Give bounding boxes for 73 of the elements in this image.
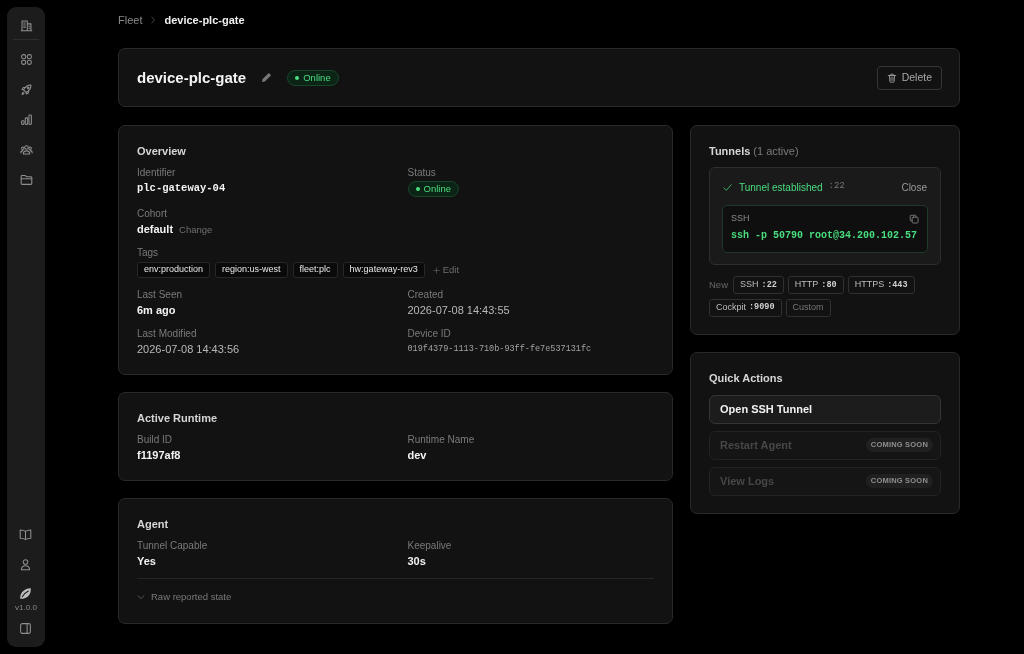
change-link[interactable]: Change <box>179 223 213 236</box>
custom-tunnel-button[interactable]: Custom <box>785 298 831 317</box>
field-value: 6m ago <box>137 302 176 318</box>
pencil-icon[interactable] <box>261 72 273 83</box>
close-tunnel-button[interactable]: Close <box>901 179 927 195</box>
field-value: default <box>137 221 174 237</box>
card-title: Tunnels <box>709 144 751 158</box>
field-value: plc-gateway-04 <box>137 181 226 196</box>
rocket-icon[interactable] <box>19 83 33 96</box>
tunnel-option-button[interactable]: HTTP :80 <box>787 276 844 294</box>
status-dot-icon <box>415 187 420 191</box>
new-tunnel-label: New <box>709 277 728 292</box>
tag-chip: env:production <box>137 262 211 278</box>
field-value: 2026-07-08 14:43:55 <box>407 302 510 318</box>
panel-icon[interactable] <box>19 622 33 635</box>
chevron-down-icon <box>137 593 145 601</box>
user-icon[interactable] <box>19 558 33 571</box>
trash-icon <box>886 72 897 83</box>
delete-button[interactable]: Delete <box>876 65 942 90</box>
field-value: f1197af8 <box>137 448 181 463</box>
card-title: Active Runtime <box>137 411 218 425</box>
field-value: dev <box>407 448 427 463</box>
raw-state-toggle[interactable]: Raw reported state <box>137 590 232 604</box>
check-icon <box>723 182 732 192</box>
copy-icon[interactable] <box>909 214 919 224</box>
action-button[interactable]: Open SSH Tunnel <box>709 394 941 424</box>
field-value: 30s <box>407 554 426 569</box>
field-label: Keepalive <box>407 540 452 552</box>
tunnel-option-button[interactable]: Cockpit :9090 <box>709 298 782 317</box>
bar-chart-icon[interactable] <box>19 113 33 126</box>
field-label: Device ID <box>407 328 451 340</box>
field-label: Status <box>407 167 436 179</box>
tag-chip: fleet:plc <box>292 262 338 278</box>
field-label: Last Seen <box>137 288 183 301</box>
field-label: Tags <box>137 247 159 259</box>
users-icon[interactable] <box>19 143 33 156</box>
edit-tags-button[interactable]: Edit <box>432 262 460 278</box>
tunnel-port: :22 <box>828 180 845 194</box>
field-value: 019f4379-1113-710b-93ff-fe7e537131fc <box>407 343 592 356</box>
card-title: Agent <box>137 517 169 531</box>
ssh-command: ssh -p 50790 root@34.200.102.57 <box>731 229 918 243</box>
status-text: Online <box>303 72 331 83</box>
status-dot-icon <box>295 75 300 80</box>
card-title: Quick Actions <box>709 370 783 385</box>
status-text: Online <box>423 184 451 194</box>
book-icon[interactable] <box>19 528 33 541</box>
chevron-right-icon <box>149 16 158 24</box>
tunnel-option-button[interactable]: SSH :22 <box>733 276 784 294</box>
grid-icon[interactable] <box>19 53 33 66</box>
tag-chip: hw:gateway-rev3 <box>342 262 425 278</box>
leaf-icon <box>19 587 33 600</box>
field-label: Identifier <box>137 167 176 179</box>
plus-icon <box>432 266 440 274</box>
tunnel-count: (1 active) <box>753 144 799 158</box>
field-value: 2026-07-08 14:43:56 <box>137 342 240 357</box>
version-label: v1.0.0 <box>15 603 37 613</box>
field-label: Created <box>407 288 444 301</box>
card-title: Overview <box>137 144 186 158</box>
building-icon[interactable] <box>19 19 33 32</box>
breadcrumb-link[interactable]: Fleet <box>118 11 143 29</box>
protocol-label: SSH <box>731 212 750 226</box>
field-label: Runtime Name <box>407 434 475 446</box>
field-label: Build ID <box>137 434 172 446</box>
tag-chip: region:us-west <box>215 262 288 278</box>
field-label: Last Modified <box>137 328 197 340</box>
folder-icon[interactable] <box>19 173 33 186</box>
device-title: device-plc-gate <box>137 67 247 88</box>
tunnel-option-button[interactable]: HTTPS :443 <box>847 276 915 294</box>
tunnel-status: Tunnel established <box>739 180 823 195</box>
field-label: Cohort <box>137 207 167 220</box>
breadcrumb-current: device-plc-gate <box>164 12 245 28</box>
field-label: Tunnel Capable <box>137 540 208 552</box>
field-value: Yes <box>137 554 156 569</box>
